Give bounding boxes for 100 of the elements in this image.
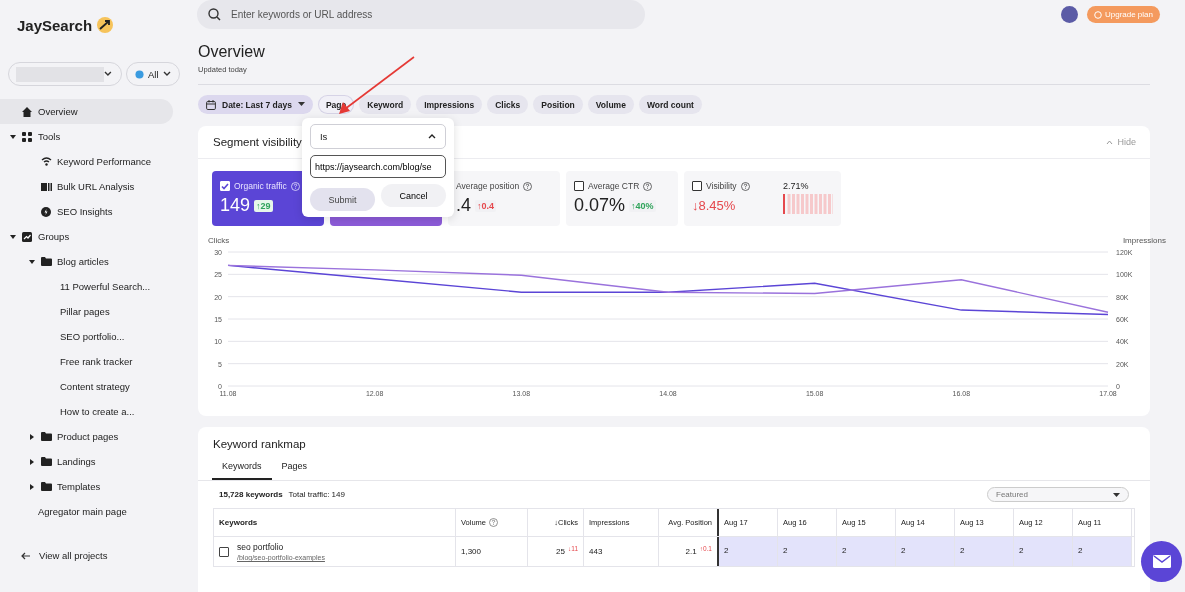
metric-value: 0.07% [574, 195, 626, 216]
sidebar-item[interactable]: Free rank tracker [0, 349, 173, 374]
sidebar-item[interactable]: Bulk URL Analysis [0, 174, 173, 199]
sidebar-item[interactable]: How to create a... [0, 399, 173, 424]
keyword-count: 15,728 keywords [219, 490, 283, 499]
rank-cell: 2 [719, 537, 778, 566]
metric-label: Visibility [706, 181, 737, 191]
table-cell: 2.1 [685, 547, 697, 556]
sort-select[interactable]: Featured [987, 487, 1129, 502]
sidebar-item[interactable]: Tools [0, 124, 173, 149]
bars-icon [41, 182, 52, 191]
cancel-button[interactable]: Cancel [380, 184, 446, 207]
checkbox[interactable] [574, 181, 584, 191]
help-icon [643, 181, 653, 191]
metric-value: .4 [456, 195, 471, 216]
sparkline-drawing [783, 194, 833, 214]
calendar-icon [206, 99, 216, 110]
mail-button[interactable] [1141, 541, 1182, 582]
caret-icon [297, 102, 305, 107]
metric-card[interactable]: Average position .4 ↑0.4 [448, 171, 560, 226]
rank-cell: 2 [955, 537, 1014, 566]
help-icon [489, 518, 499, 527]
search-icon [208, 8, 221, 21]
metric-label: Organic traffic [234, 181, 287, 191]
sidebar-item[interactable]: Templates [0, 474, 173, 499]
folder-icon [41, 257, 52, 266]
sidebar-item[interactable]: Blog articles [0, 249, 173, 274]
sidebar-item[interactable]: Landings [0, 449, 173, 474]
folder-icon [41, 482, 52, 491]
sidebar-item[interactable]: Groups [0, 224, 173, 249]
rank-cell: 2 [1073, 537, 1132, 566]
checkbox[interactable] [692, 181, 702, 191]
url-input[interactable]: https://jaysearch.com/blog/se [309, 155, 446, 178]
filter-chip[interactable]: Position [533, 95, 583, 114]
rank-cell: 2 [896, 537, 955, 566]
page-title: Overview [198, 43, 266, 61]
rank-cell: 2 [1014, 537, 1073, 566]
submit-button[interactable]: Submit [309, 188, 375, 211]
caret-icon [162, 71, 171, 77]
caret-icon [427, 134, 436, 139]
caret-icon [1113, 492, 1120, 497]
sidebar-item[interactable]: Pillar pages [0, 299, 173, 324]
help-icon [740, 181, 750, 191]
axis-title: Impressions [1122, 236, 1166, 245]
sidebar-item[interactable]: Keyword Performance [0, 149, 173, 174]
globe-icon [135, 69, 144, 79]
card-title: Keyword rankmap [212, 437, 307, 450]
checkbox[interactable] [220, 181, 230, 191]
check-icon [221, 182, 229, 190]
tab[interactable]: Pages [271, 457, 318, 480]
filter-chip[interactable]: Impressions [416, 95, 483, 114]
grid-icon [22, 131, 32, 142]
sidebar-item[interactable]: SEO portfolio... [0, 324, 173, 349]
mail-icon [1152, 555, 1171, 568]
metric-value: ↓8.45% [692, 198, 736, 213]
search-input[interactable]: Enter keywords or URL address [229, 8, 613, 21]
filter-chip[interactable]: Keyword [359, 95, 412, 114]
table-cell: 1,300 [456, 537, 528, 566]
table-cell: 443 [584, 537, 659, 566]
back-arrow-icon [21, 551, 30, 560]
filter-chip[interactable]: Clicks [487, 95, 529, 114]
card-title: Segment visibility [213, 136, 302, 148]
filter-chip[interactable]: Date: Last 7 days [198, 95, 313, 114]
sidebar-item[interactable]: SEO Insights [0, 199, 173, 224]
caret-icon [10, 233, 16, 240]
caret-icon [10, 133, 16, 140]
column-header: Keywords [214, 509, 456, 536]
metric-label: Average position [456, 181, 520, 191]
row-checkbox[interactable] [219, 546, 229, 557]
metric-card[interactable]: Visibility ↓8.45% 2.71% [684, 171, 841, 226]
caret-icon [29, 483, 35, 490]
search-field[interactable]: Enter keywords or URL address [197, 0, 645, 29]
delta-badge: ↑29 [254, 199, 273, 212]
sidebar-item[interactable]: Content strategy [0, 374, 173, 399]
help-icon [290, 181, 300, 191]
folder-icon [41, 457, 52, 466]
folder-icon [41, 432, 52, 441]
metric-label: Average CTR [588, 181, 640, 191]
keyword-text: seo portfolio [237, 542, 285, 552]
view-all-projects-link[interactable]: View all projects [21, 550, 197, 561]
rank-cell: 2 [837, 537, 896, 566]
tab[interactable]: Keywords [212, 457, 272, 480]
home-icon [22, 106, 32, 117]
filter-chip[interactable]: Volume [587, 95, 634, 114]
total-traffic: Total traffic: 149 [288, 490, 345, 499]
caret-icon [104, 71, 112, 77]
delta-badge: ↑40% [629, 199, 656, 212]
operator-select[interactable]: Is [309, 124, 446, 149]
metric-value: 149 [220, 195, 251, 216]
filter-chip[interactable]: Word count [638, 95, 702, 114]
sidebar-item[interactable]: Agregator main page [0, 499, 173, 524]
delta-badge: ↑0.4 [475, 199, 497, 212]
avatar[interactable] [1060, 6, 1078, 23]
metric-card[interactable]: Average CTR 0.07% ↑40% [566, 171, 678, 226]
sidebar-item[interactable]: Overview [0, 99, 173, 124]
caret-icon [29, 458, 35, 465]
help-icon [523, 181, 533, 191]
caret-icon [29, 433, 35, 440]
sidebar-item[interactable]: 11 Powerful Search... [0, 274, 173, 299]
sidebar-item[interactable]: Product pages [0, 424, 173, 449]
